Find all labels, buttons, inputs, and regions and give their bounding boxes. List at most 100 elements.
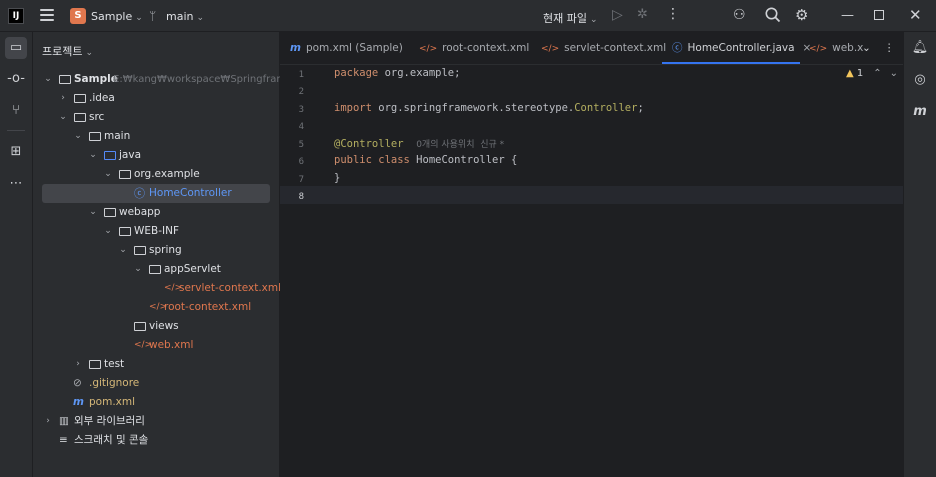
- intellij-logo-icon[interactable]: IJ: [8, 8, 24, 24]
- tree-item-label: pom.xml: [89, 396, 136, 408]
- project-selector[interactable]: Sample ⌄: [91, 10, 143, 23]
- xml-icon: </>: [809, 44, 828, 54]
- debug-icon[interactable]: ✲: [637, 7, 648, 22]
- tree-item-pom-xml[interactable]: m pom.xml: [33, 393, 280, 412]
- project-folder-icon[interactable]: ▭: [5, 37, 27, 59]
- chevron-right-icon: ›: [46, 416, 50, 426]
- project-name: Sample: [91, 10, 133, 23]
- add-user-icon[interactable]: ⚇: [733, 7, 746, 23]
- tree-item-homecontroller[interactable]: ⓒ HomeController: [42, 184, 270, 203]
- tree-item-label: servlet-context.xml: [179, 282, 282, 294]
- left-tool-strip: ▭ -o- ⑂ ⊞ ⋯: [0, 32, 33, 477]
- code-line-6[interactable]: public class HomeController {: [334, 154, 517, 166]
- tree-item-web-xml[interactable]: </> web.xml: [33, 336, 280, 355]
- maximize-icon[interactable]: [874, 10, 884, 20]
- tree-item-servlet-context[interactable]: </> servlet-context.xml: [33, 279, 282, 298]
- tab-web-xml[interactable]: </> web.x: [809, 32, 863, 65]
- branch-selector[interactable]: main ⌄: [166, 10, 204, 23]
- tab-root-context[interactable]: </> root-context.xml: [419, 32, 529, 65]
- tree-item-root-context[interactable]: </> root-context.xml: [33, 298, 280, 317]
- branch-name: main: [166, 10, 194, 23]
- tree-item-scratches[interactable]: ≡ 스크래치 및 콘솔: [33, 431, 280, 450]
- code-line-5[interactable]: @Controller 0개의 사용위치 신규 *: [334, 137, 504, 150]
- tab-label: HomeController.java: [687, 42, 795, 54]
- tab-homecontroller[interactable]: ⓒ HomeController.java ×: [672, 32, 811, 65]
- tree-item-test[interactable]: › test: [33, 355, 280, 374]
- notifications-bell-icon[interactable]: 🔔︎: [910, 38, 930, 58]
- tab-label: web.x: [832, 42, 864, 54]
- commit-icon[interactable]: -o-: [5, 68, 27, 90]
- tree-item-views[interactable]: views: [33, 317, 280, 336]
- more-tools-icon[interactable]: ⋯: [5, 173, 27, 195]
- chevron-down-icon: ⌄: [134, 264, 142, 274]
- tab-label: root-context.xml: [442, 42, 530, 54]
- run-icon[interactable]: ▷: [612, 7, 623, 23]
- project-avatar-icon[interactable]: S: [70, 8, 86, 24]
- folder-icon: [119, 227, 131, 236]
- line-number: 1: [298, 70, 304, 80]
- settings-gear-icon[interactable]: ⚙: [795, 6, 808, 24]
- library-icon: ▥: [59, 415, 69, 427]
- tree-item-label: 스크래치 및 콘솔: [74, 434, 149, 446]
- tab-label: servlet-context.xml: [564, 42, 667, 54]
- chevron-down-icon: ⌄: [104, 226, 112, 236]
- line-number: 2: [298, 87, 304, 97]
- previous-highlight-icon[interactable]: ⌃: [873, 68, 881, 79]
- structure-icon[interactable]: ⊞: [5, 141, 27, 163]
- code-line-7[interactable]: }: [334, 172, 340, 184]
- tree-item-external-libraries[interactable]: › ▥ 외부 라이브러리: [33, 412, 280, 431]
- ai-assistant-icon[interactable]: ◎: [910, 70, 930, 90]
- code-text: ;: [637, 102, 644, 114]
- tree-item-appservlet[interactable]: ⌄ appServlet: [33, 260, 280, 279]
- code-line-1[interactable]: package org.example;: [334, 67, 460, 79]
- folder-icon: [89, 132, 101, 141]
- chevron-down-icon: ⌄: [89, 150, 97, 160]
- tree-item-gitignore[interactable]: ⊘ .gitignore: [33, 374, 280, 393]
- pull-requests-icon[interactable]: ⑂: [5, 100, 27, 122]
- package-icon: [119, 170, 131, 179]
- tree-item-org-example[interactable]: ⌄ org.example: [33, 165, 280, 184]
- minimize-icon[interactable]: —: [841, 8, 854, 23]
- class-icon: ⓒ: [134, 187, 145, 200]
- tree-item-label: test: [104, 358, 125, 370]
- folder-icon: [149, 265, 161, 274]
- tree-item-label: root-context.xml: [164, 301, 252, 313]
- tree-item-web-inf[interactable]: ⌄ WEB-INF: [33, 222, 280, 241]
- tree-item-src[interactable]: ⌄ src: [33, 108, 280, 127]
- run-config-selector[interactable]: 현재 파일 ⌄: [543, 10, 598, 26]
- tree-item-main[interactable]: ⌄ main: [33, 127, 280, 146]
- more-actions-icon[interactable]: ⋮: [666, 6, 680, 22]
- tree-item-java[interactable]: ⌄ java: [33, 146, 280, 165]
- folder-icon: [134, 322, 146, 331]
- tree-item-label: .idea: [89, 92, 115, 104]
- code-class-ref: Controller: [574, 102, 638, 114]
- project-panel: 프로젝트 ⌄ ⌄ Sample E:₩kang₩workspace₩Springf…: [33, 32, 316, 477]
- tree-item-spring[interactable]: ⌄ spring: [33, 241, 280, 260]
- tab-more-icon[interactable]: ⋮: [884, 32, 895, 65]
- tab-servlet-context[interactable]: </> servlet-context.xml: [541, 32, 666, 65]
- code-text: HomeController {: [409, 154, 518, 166]
- module-folder-icon: [59, 75, 71, 84]
- search-icon[interactable]: [764, 6, 782, 24]
- code-line-3[interactable]: import org.springframework.stereotype.Co…: [334, 102, 644, 114]
- usages-inlay-hint[interactable]: 0개의 사용위치 신규 *: [416, 140, 504, 150]
- main-menu-icon[interactable]: [40, 9, 54, 21]
- source-folder-icon: [104, 151, 116, 160]
- code-annotation: @Controller: [334, 138, 404, 150]
- close-window-icon[interactable]: ✕: [909, 6, 922, 24]
- tree-item-webapp[interactable]: ⌄ webapp: [33, 203, 280, 222]
- tree-item-idea[interactable]: › .idea: [33, 89, 280, 108]
- maven-icon[interactable]: m: [910, 102, 930, 122]
- next-highlight-icon[interactable]: ⌄: [890, 68, 898, 79]
- tree-item-sample[interactable]: ⌄ Sample E:₩kang₩workspace₩Springframewo…: [33, 70, 316, 89]
- tab-list-dropdown-icon[interactable]: ⌄: [862, 32, 871, 65]
- code-keyword: public class: [334, 154, 410, 166]
- chevron-down-icon: ⌄: [589, 15, 598, 25]
- folder-icon: [134, 246, 146, 255]
- scratch-icon: ≡: [59, 434, 68, 446]
- tab-label: pom.xml (Sample): [305, 42, 403, 54]
- folder-icon: [89, 360, 101, 369]
- project-panel-title[interactable]: 프로젝트 ⌄: [42, 43, 93, 59]
- inspection-widget[interactable]: ▲ 1 ⌃ ⌄: [846, 68, 898, 79]
- tab-pom-xml[interactable]: m pom.xml (Sample): [290, 32, 403, 65]
